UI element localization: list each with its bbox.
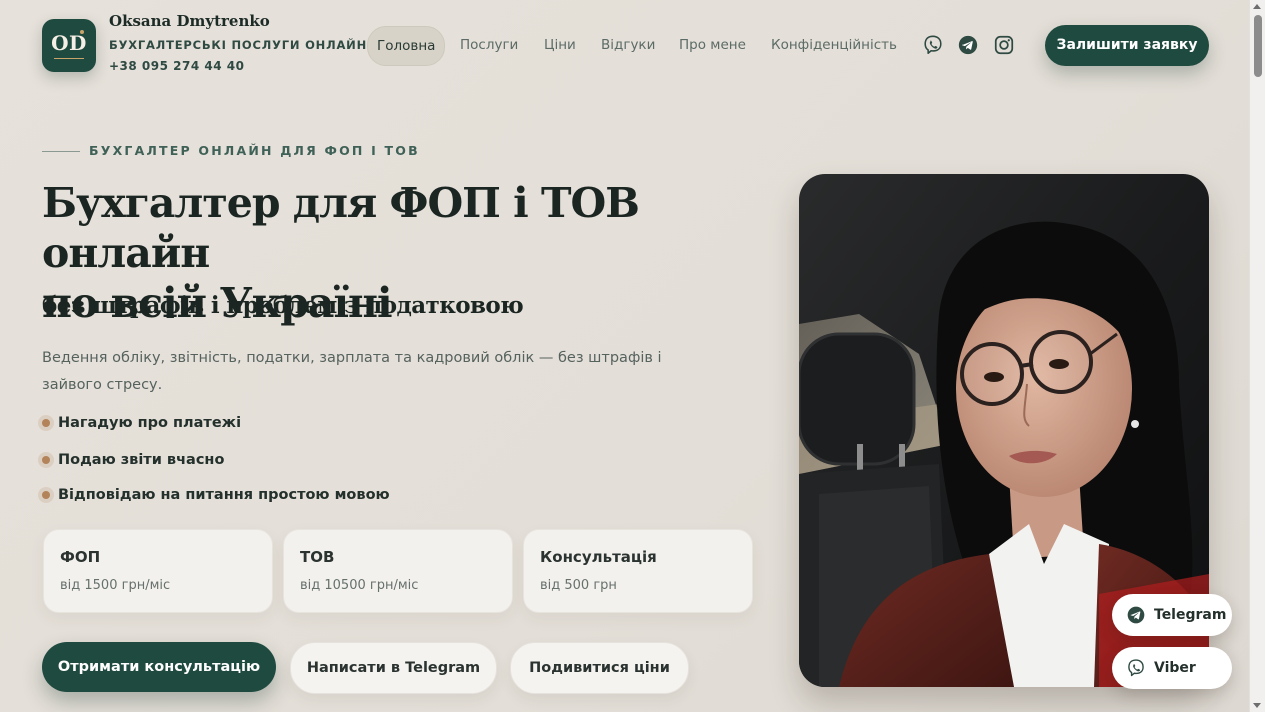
floating-viber-button[interactable]: Viber bbox=[1112, 647, 1232, 689]
brand-subtitle: БУХГАЛТЕРСЬКІ ПОСЛУГИ ОНЛАЙН bbox=[109, 38, 368, 52]
logo-dot bbox=[80, 30, 84, 34]
price-card-tov[interactable]: ТОВ від 10500 грн/міс bbox=[283, 529, 513, 613]
logo-text: OD bbox=[51, 31, 87, 55]
price-card-price: від 1500 грн/міс bbox=[60, 578, 171, 593]
bullet-dot-icon bbox=[42, 418, 50, 427]
get-consultation-button[interactable]: Отримати консультацію bbox=[42, 642, 276, 692]
floating-telegram-label: Telegram bbox=[1154, 607, 1227, 623]
write-telegram-button[interactable]: Написати в Telegram bbox=[290, 642, 497, 694]
phone-number[interactable]: +38 095 274 44 40 bbox=[109, 59, 244, 73]
viber-icon bbox=[1128, 659, 1144, 677]
nav-item-services[interactable]: Послуги bbox=[460, 26, 518, 64]
hero-title-line-1: Бухгалтер для ФОП і ТОВ онлайн bbox=[42, 179, 640, 277]
bullet-dot-icon bbox=[42, 490, 50, 499]
brand-name: Oksana Dmytrenko bbox=[109, 12, 270, 30]
nav-item-about[interactable]: Про мене bbox=[679, 26, 746, 64]
scroll-down-arrow-icon[interactable] bbox=[1253, 703, 1261, 708]
bullet-label: Подаю звіти вчасно bbox=[58, 452, 225, 468]
telegram-icon[interactable] bbox=[957, 34, 979, 56]
telegram-icon bbox=[1127, 606, 1145, 624]
price-card-price: від 10500 грн/міс bbox=[300, 578, 419, 593]
submit-request-button[interactable]: Залишити заявку bbox=[1045, 25, 1209, 66]
eyebrow-divider bbox=[42, 151, 80, 152]
nav-item-reviews[interactable]: Відгуки bbox=[601, 26, 655, 64]
price-card-title: Консультація bbox=[540, 548, 657, 566]
nav-item-prices[interactable]: Ціни bbox=[544, 26, 576, 64]
floating-viber-label: Viber bbox=[1154, 660, 1196, 676]
bullet-dot-icon bbox=[42, 455, 50, 464]
logo[interactable]: OD bbox=[42, 19, 96, 72]
price-card-price: від 500 грн bbox=[540, 578, 617, 593]
bullet-item: Відповідаю на питання простою мовою bbox=[38, 487, 390, 507]
hero-lead: Ведення обліку, звітність, податки, зарп… bbox=[42, 350, 662, 393]
hero-eyebrow: БУХГАЛТЕР ОНЛАЙН ДЛЯ ФОП І ТОВ bbox=[89, 143, 420, 158]
hero-subtitle: без штрафів і проблем з податковою bbox=[42, 292, 524, 319]
scroll-up-arrow-icon[interactable] bbox=[1253, 4, 1261, 9]
logo-underline bbox=[54, 57, 84, 59]
scrollbar-thumb[interactable] bbox=[1254, 15, 1262, 77]
bullet-item: Подаю звіти вчасно bbox=[38, 452, 224, 472]
nav-item-home[interactable]: Головна bbox=[367, 26, 446, 66]
viber-icon[interactable] bbox=[922, 34, 944, 56]
view-prices-button[interactable]: Подивитися ціни bbox=[510, 642, 689, 694]
nav-item-privacy[interactable]: Конфіденційність bbox=[771, 26, 897, 64]
instagram-icon[interactable] bbox=[993, 34, 1015, 56]
price-card-fop[interactable]: ФОП від 1500 грн/міс bbox=[43, 529, 273, 613]
scrollbar[interactable] bbox=[1249, 0, 1265, 712]
bullet-label: Нагадую про платежі bbox=[58, 415, 242, 431]
bullet-label: Відповідаю на питання простою мовою bbox=[58, 487, 390, 503]
price-card-title: ТОВ bbox=[300, 548, 335, 566]
bullet-item: Нагадую про платежі bbox=[38, 415, 241, 435]
floating-telegram-button[interactable]: Telegram bbox=[1112, 594, 1232, 636]
price-card-consultation[interactable]: Консультація від 500 грн bbox=[523, 529, 753, 613]
price-card-title: ФОП bbox=[60, 548, 101, 566]
